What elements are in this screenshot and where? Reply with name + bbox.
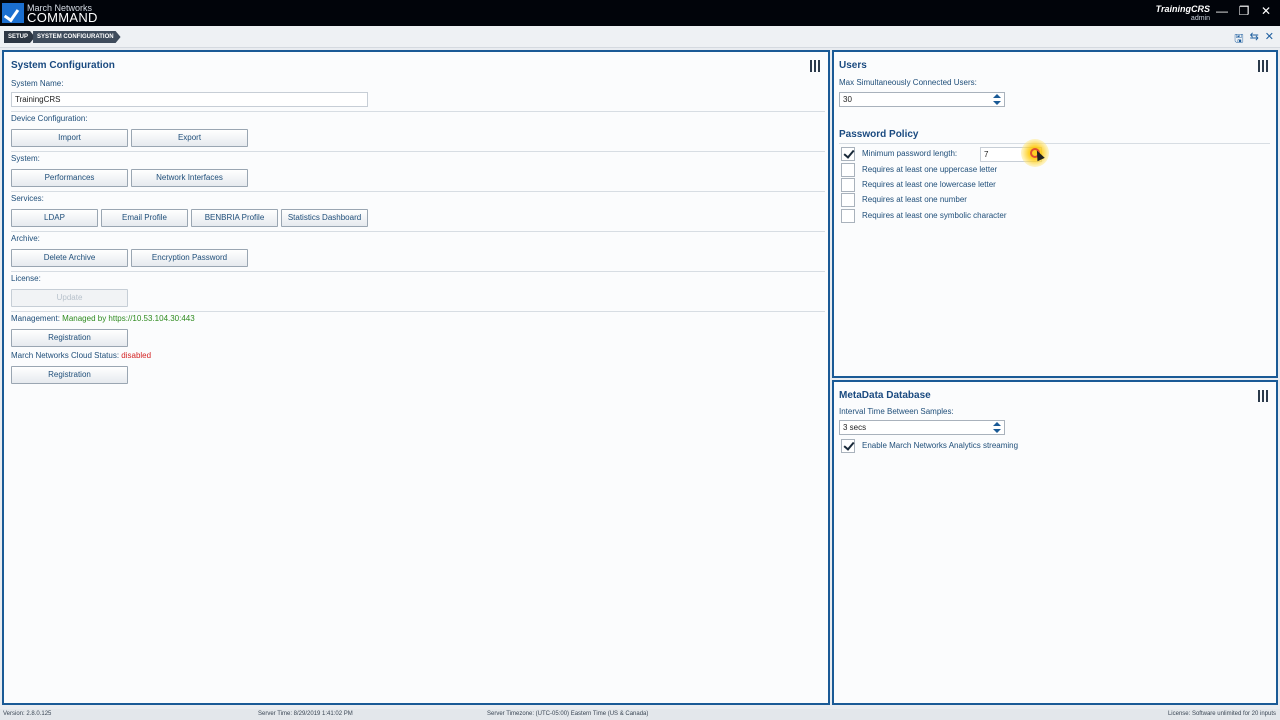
network-interfaces-button[interactable]: Network Interfaces bbox=[131, 169, 248, 187]
divider bbox=[11, 231, 825, 232]
save-icon[interactable]: 🖫 bbox=[1234, 30, 1243, 49]
number-checkbox[interactable] bbox=[841, 193, 855, 207]
breadcrumb-system-configuration[interactable]: SYSTEM CONFIGURATION bbox=[33, 31, 121, 43]
system-name-input[interactable]: TrainingCRS bbox=[11, 92, 368, 107]
stepper-arrows-icon[interactable] bbox=[991, 422, 1003, 433]
user-name: TrainingCRS bbox=[1155, 4, 1210, 14]
min-length-checkbox[interactable] bbox=[841, 147, 855, 161]
metadata-database-panel: MetaData Database Interval Time Between … bbox=[832, 380, 1278, 705]
management-registration-button[interactable]: Registration bbox=[11, 329, 128, 347]
benbria-profile-button[interactable]: BENBRIA Profile bbox=[191, 209, 278, 227]
panel-menu-icon[interactable] bbox=[1258, 60, 1268, 72]
license-label: License: bbox=[11, 274, 41, 283]
server-timezone-text: Server Timezone: (UTC-05:00) Eastern Tim… bbox=[487, 711, 649, 717]
breadcrumb: SETUP SYSTEM CONFIGURATION bbox=[4, 31, 119, 43]
license-text: License: Software unlimited for 20 input… bbox=[1167, 711, 1276, 717]
performances-button[interactable]: Performances bbox=[11, 169, 128, 187]
min-length-label: Minimum password length: bbox=[862, 149, 958, 158]
cloud-registration-button[interactable]: Registration bbox=[11, 366, 128, 384]
interval-label: Interval Time Between Samples: bbox=[839, 407, 954, 416]
max-users-stepper[interactable]: 30 bbox=[839, 92, 1005, 107]
divider bbox=[839, 143, 1270, 144]
analytics-streaming-checkbox[interactable] bbox=[841, 439, 855, 453]
management-value: Managed by https://10.53.104.30:443 bbox=[62, 314, 195, 323]
panel-title: MetaData Database bbox=[839, 390, 931, 401]
analytics-streaming-label: Enable March Networks Analytics streamin… bbox=[862, 441, 1019, 450]
server-time-text: Server Time: 8/29/2019 1:41:02 PM bbox=[258, 711, 353, 717]
system-label: System: bbox=[11, 154, 40, 163]
management-row: Management: Managed by https://10.53.104… bbox=[11, 314, 195, 323]
number-label: Requires at least one number bbox=[862, 195, 967, 204]
users-panel: Users Max Simultaneously Connected Users… bbox=[832, 50, 1278, 378]
breadcrumb-setup[interactable]: SETUP bbox=[4, 31, 35, 43]
max-users-value: 30 bbox=[843, 95, 852, 104]
close-page-icon[interactable]: ✕ bbox=[1265, 30, 1274, 49]
panel-title: System Configuration bbox=[11, 60, 115, 71]
window-controls: — ❐ ✕ bbox=[1216, 4, 1272, 18]
divider bbox=[11, 311, 825, 312]
title-bar: March Networks COMMAND TrainingCRS admin… bbox=[0, 0, 1280, 26]
panel-title: Users bbox=[839, 60, 867, 71]
interval-stepper[interactable]: 3 secs bbox=[839, 420, 1005, 435]
device-configuration-label: Device Configuration: bbox=[11, 114, 88, 123]
minimize-icon[interactable]: — bbox=[1216, 4, 1228, 18]
cloud-status-label: March Networks Cloud Status: bbox=[11, 351, 120, 360]
update-button: Update bbox=[11, 289, 128, 307]
max-users-label: Max Simultaneously Connected Users: bbox=[839, 78, 977, 87]
logo-product: COMMAND bbox=[27, 10, 98, 25]
breadcrumb-bar: SETUP SYSTEM CONFIGURATION 🖫 ⇆ ✕ bbox=[0, 26, 1280, 48]
divider bbox=[11, 111, 825, 112]
app-logo: March Networks COMMAND bbox=[2, 3, 98, 25]
divider bbox=[11, 271, 825, 272]
symbolic-label: Requires at least one symbolic character bbox=[862, 211, 1007, 220]
page-actions: 🖫 ⇆ ✕ bbox=[1234, 30, 1274, 49]
delete-archive-button[interactable]: Delete Archive bbox=[11, 249, 128, 267]
divider bbox=[11, 191, 825, 192]
symbolic-checkbox[interactable] bbox=[841, 209, 855, 223]
revert-icon[interactable]: ⇆ bbox=[1250, 30, 1259, 49]
restore-icon[interactable]: ❐ bbox=[1238, 4, 1250, 18]
uppercase-checkbox[interactable] bbox=[841, 163, 855, 177]
services-label: Services: bbox=[11, 194, 44, 203]
lowercase-label: Requires at least one lowercase letter bbox=[862, 180, 996, 189]
interval-value: 3 secs bbox=[843, 423, 867, 432]
ldap-button[interactable]: LDAP bbox=[11, 209, 98, 227]
lowercase-checkbox[interactable] bbox=[841, 178, 855, 192]
statistics-dashboard-button[interactable]: Statistics Dashboard bbox=[281, 209, 368, 227]
cloud-status-value: disabled bbox=[121, 351, 152, 360]
uppercase-label: Requires at least one uppercase letter bbox=[862, 165, 998, 174]
password-policy-title: Password Policy bbox=[839, 129, 919, 140]
logo-check-icon bbox=[2, 3, 24, 23]
export-button[interactable]: Export bbox=[131, 129, 248, 147]
import-button[interactable]: Import bbox=[11, 129, 128, 147]
user-role: admin bbox=[1190, 15, 1210, 22]
stepper-arrows-icon[interactable] bbox=[991, 94, 1003, 105]
system-name-label: System Name: bbox=[11, 79, 64, 88]
archive-label: Archive: bbox=[11, 234, 40, 243]
divider bbox=[11, 151, 825, 152]
management-label: Management: bbox=[11, 314, 60, 323]
email-profile-button[interactable]: Email Profile bbox=[101, 209, 188, 227]
version-text: Version: 2.8.0.125 bbox=[3, 711, 52, 717]
panel-menu-icon[interactable] bbox=[1258, 390, 1268, 402]
system-configuration-panel: System Configuration System Name: Traini… bbox=[2, 50, 830, 705]
current-user[interactable]: TrainingCRS admin bbox=[1156, 4, 1210, 24]
encryption-password-button[interactable]: Encryption Password bbox=[131, 249, 248, 267]
panel-menu-icon[interactable] bbox=[810, 60, 820, 72]
close-window-icon[interactable]: ✕ bbox=[1260, 4, 1272, 18]
cloud-status-row: March Networks Cloud Status: disabled bbox=[11, 351, 151, 360]
status-bar: Version: 2.8.0.125 Server Time: 8/29/201… bbox=[0, 709, 1280, 720]
